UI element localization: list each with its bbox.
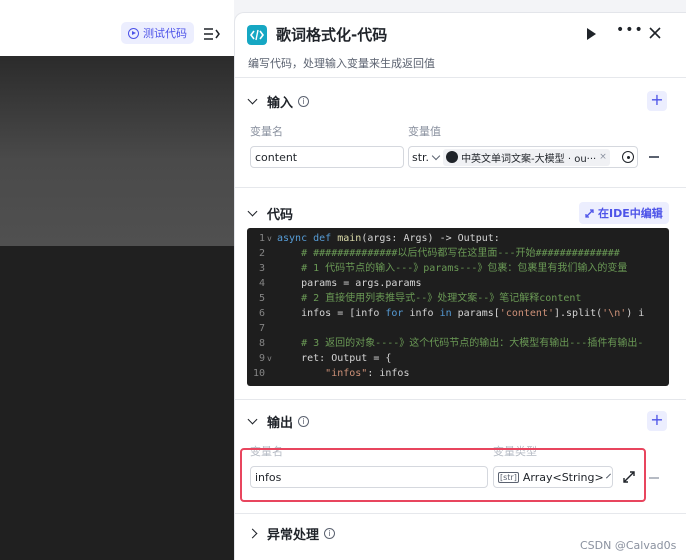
close-icon[interactable] bbox=[648, 26, 662, 40]
chevron-down-icon bbox=[247, 206, 258, 217]
exception-section-header[interactable]: 异常处理 i bbox=[247, 524, 336, 543]
llm-node-icon bbox=[446, 151, 459, 163]
highlight-annotation bbox=[240, 448, 646, 502]
info-icon[interactable]: i bbox=[324, 528, 336, 539]
divider bbox=[235, 77, 686, 78]
add-input-button[interactable]: + bbox=[647, 91, 667, 111]
code-line: 10 "infos": infos bbox=[252, 368, 410, 379]
edit-in-ide-label: 在IDE中编辑 bbox=[598, 207, 663, 220]
target-icon[interactable] bbox=[622, 151, 634, 163]
canvas-preview bbox=[0, 56, 234, 246]
info-icon[interactable]: i bbox=[298, 416, 310, 427]
code-line: 8 # 3 返回的对象----》这个代码节点的输出：大模型有输出---插件有输出… bbox=[258, 338, 644, 349]
watermark: CSDN @Calvad0s bbox=[580, 539, 677, 552]
input-value-field[interactable]: str. 中英文单词文案-大模型 · ou··· × bbox=[408, 146, 638, 168]
expand-icon bbox=[585, 208, 594, 218]
code-section-header[interactable]: 代码 bbox=[247, 204, 294, 223]
fold-icon[interactable]: v bbox=[267, 234, 272, 243]
collapse-panel-icon[interactable] bbox=[203, 26, 221, 42]
divider bbox=[235, 187, 686, 188]
code-line: 4 params = args.params bbox=[258, 278, 422, 289]
canvas-dark-area bbox=[0, 246, 234, 560]
chevron-right-icon bbox=[247, 528, 258, 539]
code-line: 3 # 1 代码节点的输入---》params---》包裹：包裹里有我们输入的变… bbox=[258, 263, 628, 274]
reference-tag-label: 中英文单词文案-大模型 · ou··· bbox=[461, 153, 597, 165]
remove-input-icon[interactable] bbox=[649, 156, 659, 158]
edit-in-ide-button[interactable]: 在IDE中编辑 bbox=[579, 202, 669, 224]
fold-icon[interactable]: v bbox=[267, 354, 272, 363]
code-node-panel: 歌词格式化-代码 ••• 编写代码，处理输入变量来生成返回值 输入 i + 变量… bbox=[234, 12, 686, 560]
input-name-value: content bbox=[255, 150, 298, 164]
chevron-down-icon bbox=[247, 94, 258, 105]
test-code-label: 测试代码 bbox=[143, 27, 187, 40]
code-line: 9 ret: Output = { bbox=[258, 353, 392, 364]
input-col-name-label: 变量名 bbox=[250, 125, 283, 138]
remove-output-icon[interactable] bbox=[649, 477, 659, 479]
divider bbox=[235, 399, 686, 400]
code-line: 2 # ##############以后代码都写在这里面---开始#######… bbox=[258, 248, 620, 259]
input-section-title: 输入 bbox=[267, 96, 294, 111]
code-section-title: 代码 bbox=[267, 208, 294, 223]
code-editor[interactable]: 1 async def main(args: Args) -> Output: v… bbox=[247, 228, 669, 386]
input-type-select[interactable]: str. bbox=[412, 151, 429, 164]
exception-section-title: 异常处理 bbox=[267, 528, 320, 543]
more-options-icon[interactable]: ••• bbox=[616, 22, 644, 38]
workflow-canvas[interactable]: 测试代码 bbox=[0, 0, 234, 560]
chevron-down-icon bbox=[247, 414, 258, 425]
node-description: 编写代码，处理输入变量来生成返回值 bbox=[248, 57, 435, 70]
remove-tag-icon[interactable]: × bbox=[599, 152, 607, 162]
info-icon[interactable]: i bbox=[298, 96, 310, 107]
add-output-button[interactable]: + bbox=[647, 411, 667, 431]
input-name-field[interactable]: content bbox=[250, 146, 404, 168]
canvas-toolbar bbox=[0, 0, 234, 56]
code-line: 7 bbox=[258, 323, 265, 334]
code-line: 6 infos = [info for info in params['cont… bbox=[258, 308, 645, 319]
chevron-down-icon bbox=[431, 151, 441, 160]
test-code-button[interactable]: 测试代码 bbox=[121, 22, 194, 44]
run-icon[interactable] bbox=[587, 28, 596, 40]
node-title[interactable]: 歌词格式化-代码 bbox=[276, 24, 387, 45]
code-line: 1 async def main(args: Args) -> Output: bbox=[258, 233, 500, 244]
code-line: 5 # 2 直接使用列表推导式--》处理文案--》笔记解释content bbox=[258, 293, 582, 304]
play-circle-icon bbox=[128, 27, 139, 39]
output-section-title: 输出 bbox=[267, 416, 294, 431]
divider bbox=[235, 513, 686, 514]
code-node-icon bbox=[247, 25, 267, 45]
reference-tag[interactable]: 中英文单词文案-大模型 · ou··· × bbox=[443, 148, 610, 166]
output-section-header[interactable]: 输出 i bbox=[247, 412, 310, 431]
input-section-header[interactable]: 输入 i bbox=[247, 92, 310, 111]
input-col-value-label: 变量值 bbox=[408, 125, 441, 138]
